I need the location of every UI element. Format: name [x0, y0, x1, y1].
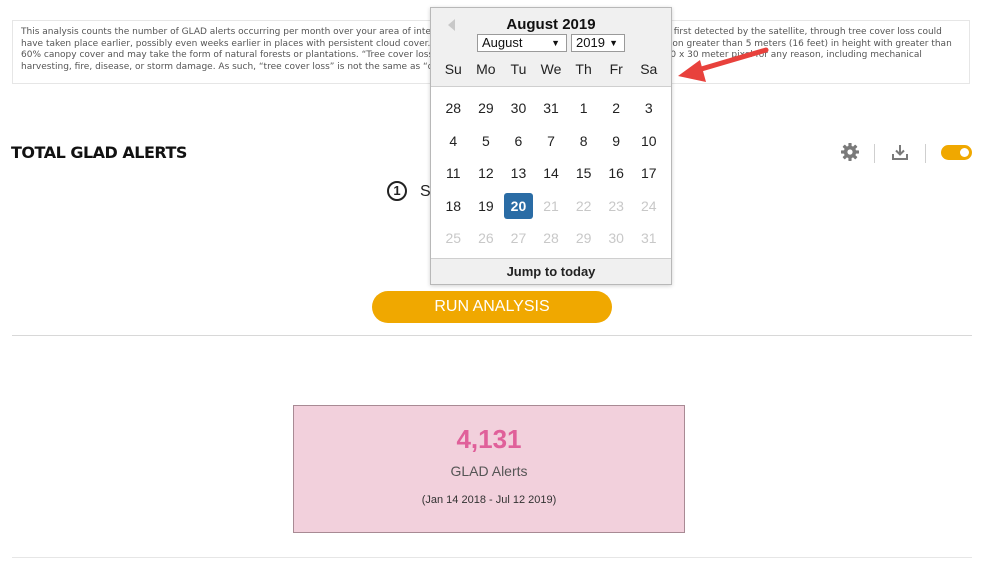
calendar-day: 27	[510, 230, 527, 247]
calendar-day[interactable]: 15	[569, 160, 598, 186]
calendar-week-row: 4 5 6 7 8 9 10	[437, 125, 665, 158]
widget-toggle[interactable]	[941, 145, 972, 160]
calendar-day: 29	[575, 230, 592, 247]
year-select-value: 2019	[576, 35, 605, 50]
calendar-day[interactable]: 2	[602, 95, 631, 121]
calendar-day[interactable]: 17	[634, 160, 663, 186]
gear-icon[interactable]	[840, 142, 860, 167]
calendar-day[interactable]: 6	[504, 128, 533, 154]
month-select-value: August	[482, 35, 523, 50]
calendar-day: 30	[608, 230, 624, 247]
month-select[interactable]: August ▼	[477, 34, 567, 52]
current-month-title: August 2019	[506, 16, 596, 33]
toolbar-divider	[874, 144, 875, 163]
calendar-day[interactable]: 11	[439, 160, 468, 186]
calendar-day-selected[interactable]: 20	[504, 192, 533, 219]
jump-to-today-button[interactable]: Jump to today	[431, 258, 671, 284]
calendar-day[interactable]: 18	[439, 193, 468, 219]
weekday-label: We	[540, 61, 562, 77]
weekday-label: Mo	[476, 61, 496, 77]
calendar-day: 24	[640, 197, 657, 214]
calendar-week-row: 18 19 20 21 22 23 24	[437, 190, 665, 223]
stat-value: 4,131	[456, 424, 522, 454]
date-picker-popup: August 2019 August ▼ 2019 ▼ Su Mo Tu We …	[430, 7, 672, 285]
stat-label: GLAD Alerts	[450, 463, 528, 479]
calendar-day[interactable]: 13	[504, 160, 533, 186]
calendar-day: 23	[608, 197, 624, 214]
weekday-header-row: Su Mo Tu We Th Fr Sa	[437, 61, 665, 77]
chevron-down-icon: ▼	[609, 38, 618, 48]
calendar-day: 28	[543, 230, 559, 247]
calendar-day: 26	[478, 230, 494, 247]
calendar-day[interactable]: 19	[472, 193, 501, 219]
calendar-day[interactable]: 4	[439, 128, 468, 154]
weekday-label: Sa	[640, 61, 658, 77]
run-analysis-button[interactable]: RUN ANALYSIS	[372, 291, 612, 323]
calendar-day[interactable]: 16	[602, 160, 631, 186]
toolbar-divider	[925, 144, 926, 163]
annotation-arrow-icon	[678, 47, 769, 82]
weekday-label: Th	[575, 61, 592, 77]
calendar-day[interactable]: 9	[602, 128, 631, 154]
calendar-day-grid: 28 29 30 31 1 2 3 4 5 6 7 8 9 10 11 12 13 14 15 16 17 18 19 20 2…	[437, 92, 665, 255]
calendar-week-row: 11 12 13 14 15 16 17	[437, 157, 665, 190]
calendar-day: 21	[543, 197, 559, 214]
weekday-label: Tu	[510, 61, 527, 77]
calendar-day: 31	[640, 230, 657, 247]
calendar-day[interactable]: 3	[634, 95, 663, 121]
calendar-day[interactable]: 10	[634, 128, 663, 154]
stat-date-range: (Jan 14 2018 - Jul 12 2019)	[421, 494, 557, 506]
download-icon[interactable]	[891, 142, 909, 167]
calendar-day[interactable]: 28	[439, 95, 468, 121]
calendar-day[interactable]: 12	[472, 160, 501, 186]
chevron-down-icon: ▼	[551, 38, 560, 48]
step-number-badge: 1	[387, 181, 407, 201]
glad-alerts-stat-card: 4,131 GLAD Alerts (Jan 14 2018 - Jul 12 …	[293, 405, 685, 533]
bottom-divider	[12, 557, 972, 558]
calendar-day[interactable]: 1	[569, 95, 598, 121]
year-select[interactable]: 2019 ▼	[571, 34, 625, 52]
calendar-day[interactable]: 7	[537, 128, 566, 154]
calendar-day[interactable]: 5	[472, 128, 501, 154]
calendar-day[interactable]: 31	[537, 95, 566, 121]
calendar-day[interactable]: 8	[569, 128, 598, 154]
weekday-label: Fr	[609, 61, 623, 77]
calendar-day[interactable]: 30	[504, 95, 533, 121]
calendar-day[interactable]: 14	[537, 160, 566, 186]
section-divider	[12, 335, 972, 336]
widget-title: TOTAL GLAD ALERTS	[11, 143, 187, 162]
date-picker-header: August 2019 August ▼ 2019 ▼ Su Mo Tu We …	[431, 8, 671, 87]
weekday-label: Su	[444, 61, 462, 77]
calendar-day[interactable]: 29	[472, 95, 501, 121]
calendar-week-row: 28 29 30 31 1 2 3	[437, 92, 665, 125]
calendar-day: 22	[575, 197, 592, 214]
toggle-knob	[960, 148, 969, 157]
calendar-day: 25	[445, 230, 462, 247]
calendar-week-row: 25 26 27 28 29 30 31	[437, 222, 665, 255]
